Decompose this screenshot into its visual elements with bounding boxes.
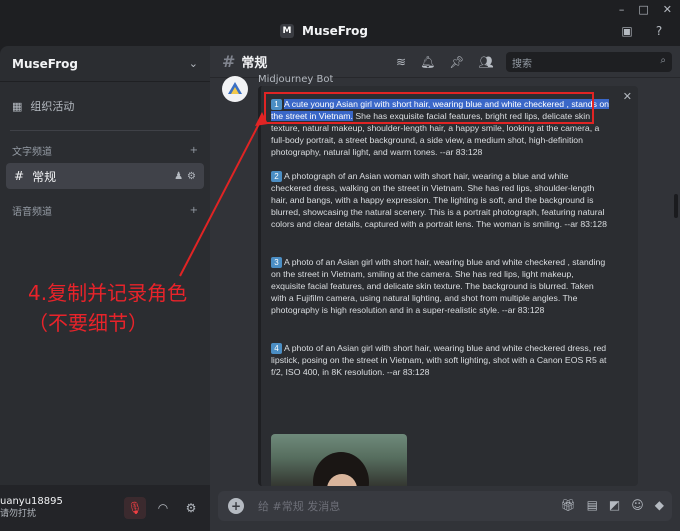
user-panel: uanyu18895 请勿打扰 🎙 ◠ ⚙ <box>0 485 210 531</box>
voice-category-label: 语音频道 <box>12 206 52 218</box>
invite-icon[interactable]: ♟ <box>174 171 183 182</box>
generated-image[interactable] <box>271 434 407 486</box>
composer-icons: 🎁︎ ▤ ◩ ☺ ◆ <box>560 498 664 512</box>
scrollbar[interactable] <box>674 194 678 218</box>
server-name: MuseFrog <box>12 56 78 71</box>
message-embed: ✕ 1A cute young Asian girl with short ha… <box>258 86 638 486</box>
voice-channels-category[interactable]: 语音频道 + <box>0 199 210 221</box>
hash-icon: # <box>14 169 25 183</box>
app-logo: M <box>280 24 294 38</box>
search-input[interactable]: 搜索 ⌕ <box>506 52 672 72</box>
user-controls: 🎙 ◠ ⚙ <box>124 497 202 519</box>
message-author[interactable]: Midjourney Bot <box>258 74 333 84</box>
game-icon[interactable]: ◆ <box>655 498 664 512</box>
window-controls: – □ ✕ <box>619 3 672 16</box>
headphones-icon[interactable]: ◠ <box>152 497 174 519</box>
prompt-text: A photo of an Asian girl with short hair… <box>271 343 607 377</box>
bot-avatar[interactable] <box>222 76 248 102</box>
events-item[interactable]: ▦ 组织活动 <box>0 90 210 122</box>
close-window-button[interactable]: ✕ <box>663 3 672 16</box>
app-title-text: MuseFrog <box>302 24 368 38</box>
text-channels-category[interactable]: 文字频道 + <box>0 139 210 161</box>
gear-icon[interactable]: ⚙ <box>187 171 196 182</box>
channel-label: 常规 <box>32 169 57 184</box>
sticker-icon[interactable]: ◩ <box>609 498 620 512</box>
channel-title: # 常规 <box>222 52 267 71</box>
sidebar-divider <box>10 130 200 131</box>
text-category-label: 文字频道 <box>12 146 52 158</box>
pin-icon[interactable]: 📌︎ <box>449 55 464 69</box>
channel-item-general[interactable]: # 常规 ♟ ⚙ <box>6 163 204 189</box>
mic-muted-icon[interactable]: 🎙 <box>124 497 146 519</box>
add-channel-icon[interactable]: + <box>190 145 198 156</box>
help-icon[interactable]: ? <box>652 24 666 38</box>
prompt-item: 3A photo of an Asian girl with short hai… <box>271 256 609 316</box>
gift-icon[interactable]: 🎁︎ <box>560 498 575 512</box>
message-input[interactable]: 给 #常规 发消息 <box>258 498 340 514</box>
prompt-text: A photo of an Asian girl with short hair… <box>271 257 606 315</box>
annotation-line-2: （不要细节） <box>28 311 148 335</box>
channel-title-text: 常规 <box>241 56 268 71</box>
message-composer[interactable]: + 给 #常规 发消息 🎁︎ ▤ ◩ ☺ ◆ <box>218 491 672 521</box>
minimize-button[interactable]: – <box>619 3 625 16</box>
user-settings-icon[interactable]: ⚙ <box>180 497 202 519</box>
events-label: 组织活动 <box>30 100 75 113</box>
number-badge: 2 <box>271 171 282 182</box>
app-title: M MuseFrog <box>280 24 368 38</box>
server-header[interactable]: MuseFrog ⌄ <box>0 46 210 82</box>
top-right-icons: ▣ ? <box>620 24 666 38</box>
hash-icon: # <box>222 52 236 71</box>
add-voice-channel-icon[interactable]: + <box>190 205 198 216</box>
highlight-box <box>264 92 594 124</box>
number-badge: 3 <box>271 257 282 268</box>
gif-icon[interactable]: ▤ <box>587 498 598 512</box>
close-icon[interactable]: ✕ <box>623 90 632 103</box>
prompt-item: 4A photo of an Asian girl with short hai… <box>271 342 609 378</box>
window-titlebar: – □ ✕ <box>0 0 680 22</box>
header-icons: ≋ 🔔︎ 📌︎ 👥︎ <box>396 55 494 69</box>
emoji-icon[interactable]: ☺ <box>631 498 644 512</box>
search-placeholder: 搜索 <box>512 59 532 70</box>
user-status: 请勿打扰 <box>0 509 37 519</box>
calendar-icon: ▦ <box>12 99 23 113</box>
chevron-down-icon: ⌄ <box>188 57 198 70</box>
add-attachment-icon[interactable]: + <box>228 498 244 514</box>
search-icon: ⌕ <box>660 55 666 66</box>
username: uanyu18895 <box>0 496 63 507</box>
prompt-item: 2A photograph of an Asian woman with sho… <box>271 170 609 230</box>
annotation-text: 4.复制并记录角色 （不要细节） <box>28 278 187 338</box>
bell-icon[interactable]: 🔔︎ <box>420 55 435 69</box>
threads-icon[interactable]: ≋ <box>396 55 406 69</box>
prompt-text: A photograph of an Asian woman with shor… <box>271 171 607 229</box>
user-info[interactable]: uanyu18895 请勿打扰 <box>0 495 63 521</box>
annotation-line-1: 4.复制并记录角色 <box>28 281 188 305</box>
maximize-button[interactable]: □ <box>638 3 648 16</box>
inbox-icon[interactable]: ▣ <box>620 24 634 38</box>
number-badge: 4 <box>271 343 282 354</box>
members-icon[interactable]: 👥︎ <box>479 55 494 69</box>
